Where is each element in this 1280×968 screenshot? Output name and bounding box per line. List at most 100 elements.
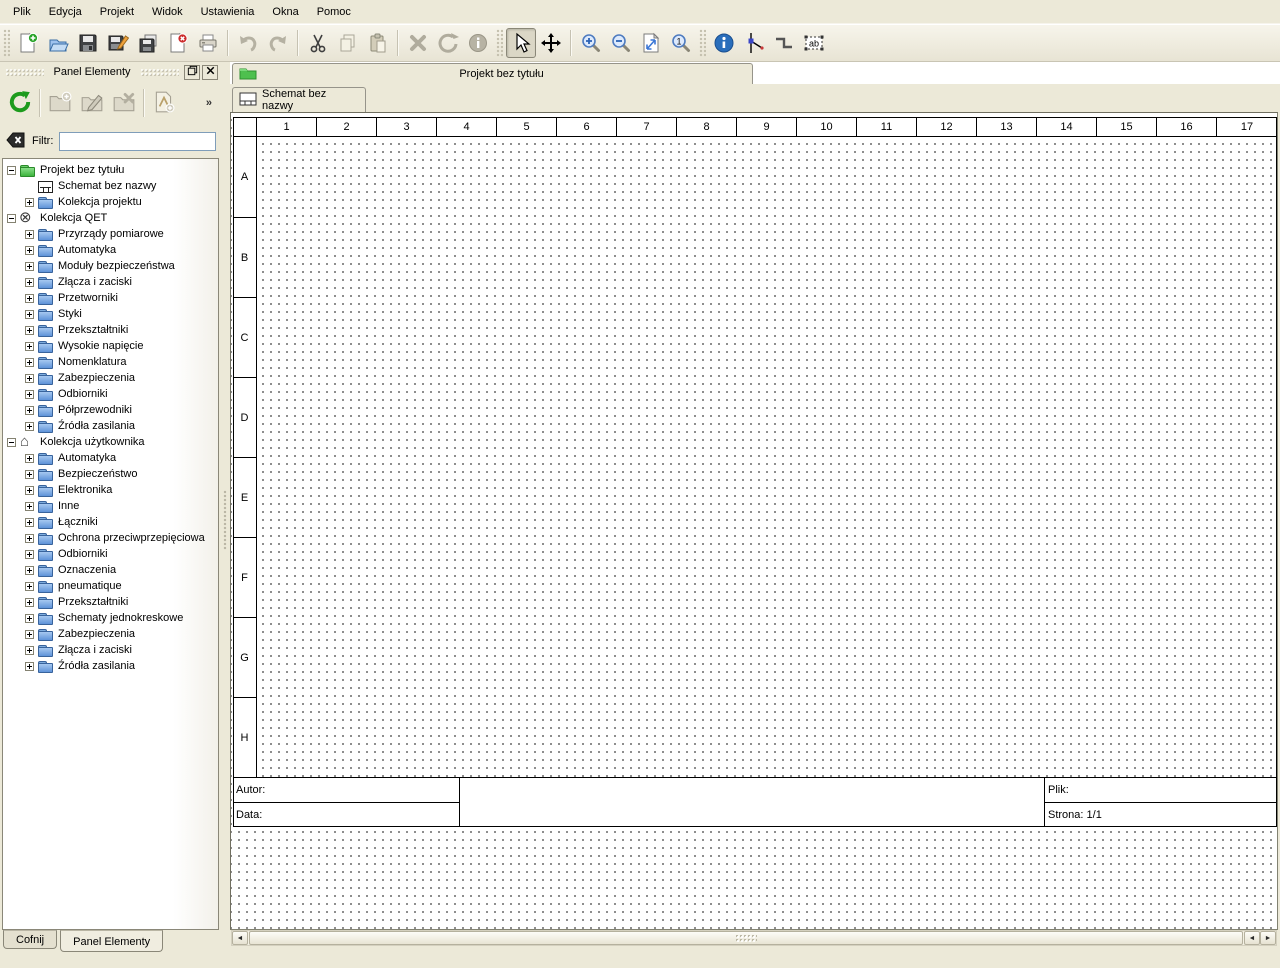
tree-item[interactable]: Odbiorniki [3,386,218,402]
menu-item[interactable]: Pomoc [308,3,360,21]
tree-expand-toggle[interactable] [25,198,34,207]
tree-expand-toggle[interactable] [25,550,34,559]
menu-item[interactable]: Projekt [91,3,143,21]
tree-expand-toggle[interactable] [25,630,34,639]
add-polyline-button[interactable] [769,28,799,58]
select-mode-button[interactable] [506,28,536,58]
tree-expand-toggle[interactable] [25,614,34,623]
tree-expand-toggle[interactable] [25,502,34,511]
menu-item[interactable]: Edycja [40,3,91,21]
tree-expand-toggle[interactable] [25,406,34,415]
tab-project[interactable]: Projekt bez tytułu [232,63,753,84]
tree-item[interactable]: Moduły bezpieczeństwa [3,258,218,274]
dock-tab[interactable]: Cofnij [3,930,57,949]
scrollbar-thumb[interactable] [249,931,1243,945]
new-document-button[interactable] [13,28,43,58]
tree-expand-toggle[interactable] [25,646,34,655]
reload-collections-button[interactable] [4,87,36,119]
dock-close-button[interactable] [202,65,218,80]
tree-item[interactable]: Kolekcja projektu [3,194,218,210]
cut-button[interactable] [303,28,333,58]
dock-splitter[interactable] [220,62,230,968]
zoom-fit-button[interactable] [636,28,666,58]
tree-item[interactable]: Półprzewodniki [3,402,218,418]
paste-button[interactable] [363,28,393,58]
scroll-left-button[interactable]: ◄ [232,931,248,945]
tree-item[interactable]: Źródła zasilania [3,418,218,434]
tree-expand-toggle[interactable] [25,278,34,287]
tree-expand-toggle[interactable] [25,470,34,479]
dock-titlebar[interactable]: Panel Elementy [0,62,220,82]
zoom-reset-button[interactable]: 1 [666,28,696,58]
tree-item[interactable]: Zabezpieczenia [3,626,218,642]
new-element-button[interactable] [148,87,180,119]
filter-input[interactable] [59,132,216,151]
diagram-canvas[interactable]: 1234567891011121314151617 ABCDEFGH Autor… [230,112,1278,930]
tree-item[interactable]: Złącza i zaciski [3,642,218,658]
panel-toolbar-overflow-button[interactable]: » [202,95,216,111]
tree-item[interactable]: Automatyka [3,450,218,466]
zoom-out-button[interactable] [606,28,636,58]
tree-item[interactable]: Przekształtniki [3,322,218,338]
diagram-info-button[interactable] [709,28,739,58]
tree-item[interactable]: Nomenklatura [3,354,218,370]
splitter-handle[interactable] [223,490,227,550]
toolbar-handle[interactable] [699,29,706,57]
tree-item[interactable]: Źródła zasilania [3,658,218,674]
tree-expand-toggle[interactable] [25,262,34,271]
edit-category-button[interactable] [76,87,108,119]
delete-button[interactable] [403,28,433,58]
tab-diagram[interactable]: Schemat bez nazwy [232,87,366,112]
tree-item[interactable]: pneumatique [3,578,218,594]
new-category-button[interactable] [44,87,76,119]
add-text-button[interactable]: ab [799,28,829,58]
tree-item[interactable]: Elektronika [3,482,218,498]
tree-item[interactable]: Łączniki [3,514,218,530]
redo-button[interactable] [263,28,293,58]
copy-button[interactable] [333,28,363,58]
tree-item[interactable]: Oznaczenia [3,562,218,578]
menu-item[interactable]: Widok [143,3,192,21]
tree-item[interactable]: Wysokie napięcie [3,338,218,354]
tree-expand-toggle[interactable] [25,582,34,591]
tree-item[interactable]: Ochrona przeciwprzepięciowa [3,530,218,546]
scroll-left-button-2[interactable]: ◄ [1244,931,1260,945]
tree-item[interactable]: Kolekcja użytkownika [3,434,218,450]
save-as-button[interactable] [103,28,133,58]
tree-item[interactable]: Bezpieczeństwo [3,466,218,482]
undo-button[interactable] [233,28,263,58]
tree-expand-toggle[interactable] [25,486,34,495]
tree-expand-toggle[interactable] [25,566,34,575]
tree-expand-toggle[interactable] [25,422,34,431]
tree-expand-toggle[interactable] [7,214,16,223]
tree-expand-toggle[interactable] [7,166,16,175]
tree-item[interactable]: Projekt bez tytułu [3,162,218,178]
tree-item[interactable]: Automatyka [3,242,218,258]
menu-item[interactable]: Okna [263,3,307,21]
clear-filter-icon[interactable] [6,131,26,152]
add-conductor-button[interactable] [739,28,769,58]
tree-expand-toggle[interactable] [25,454,34,463]
tree-item[interactable]: Zabezpieczenia [3,370,218,386]
menu-item[interactable]: Ustawienia [192,3,264,21]
tree-expand-toggle[interactable] [25,230,34,239]
tree-expand-toggle[interactable] [25,390,34,399]
tree-item[interactable]: Inne [3,498,218,514]
print-button[interactable] [193,28,223,58]
dock-float-button[interactable] [184,65,200,80]
toolbar-handle[interactable] [496,29,503,57]
tree-expand-toggle[interactable] [25,534,34,543]
save-button[interactable] [73,28,103,58]
tree-item[interactable]: Kolekcja QET [3,210,218,226]
tree-expand-toggle[interactable] [25,246,34,255]
tree-item[interactable]: Schematy jednokreskowe [3,610,218,626]
save-all-button[interactable] [133,28,163,58]
tree-expand-toggle[interactable] [7,438,16,447]
close-file-button[interactable] [163,28,193,58]
tree-expand-toggle[interactable] [25,342,34,351]
scroll-right-button[interactable]: ► [1260,931,1276,945]
tree-item[interactable]: Przetworniki [3,290,218,306]
dock-tab[interactable]: Panel Elementy [60,930,163,952]
horizontal-scrollbar[interactable]: ◄ ◄ ► [231,930,1277,946]
tree-expand-toggle[interactable] [25,598,34,607]
